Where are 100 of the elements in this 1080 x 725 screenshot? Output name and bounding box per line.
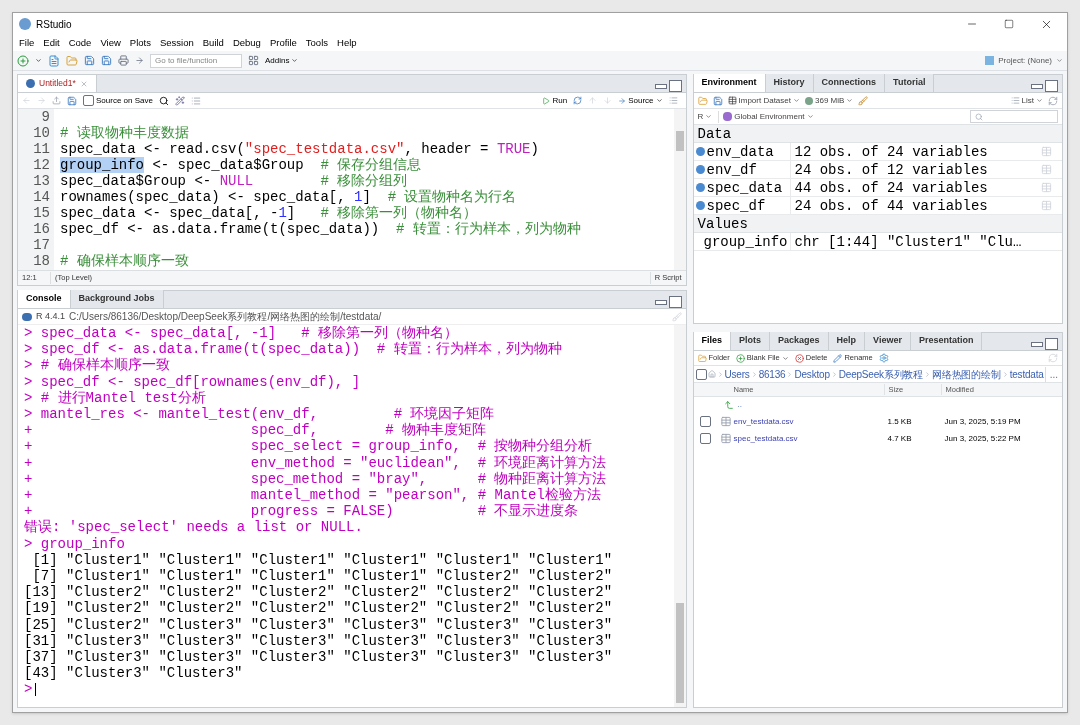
variable-name[interactable]: spec_df bbox=[706, 196, 766, 215]
minimize-pane-icon[interactable] bbox=[1031, 83, 1043, 89]
caret-icon[interactable] bbox=[705, 113, 713, 120]
save-icon[interactable] bbox=[67, 95, 77, 106]
addins-button[interactable]: Addins bbox=[265, 54, 299, 67]
memory-usage-button[interactable]: 369 MiB bbox=[805, 94, 854, 107]
file-link[interactable]: spec_testdata.csv bbox=[733, 432, 884, 445]
menu-item[interactable]: Build bbox=[202, 35, 224, 51]
import-dataset-button[interactable]: Import Dataset bbox=[727, 94, 800, 107]
pane-tab[interactable]: Background Jobs bbox=[70, 290, 164, 308]
open-folder-icon[interactable] bbox=[697, 95, 708, 106]
maximize-icon[interactable] bbox=[1004, 19, 1014, 29]
minimize-pane-icon[interactable] bbox=[1031, 341, 1043, 347]
language-selector[interactable]: R bbox=[697, 110, 713, 123]
home-icon[interactable] bbox=[707, 370, 716, 378]
caret-icon[interactable] bbox=[1036, 97, 1043, 104]
broom-icon[interactable] bbox=[858, 95, 869, 106]
pane-tab[interactable]: Environment bbox=[693, 74, 766, 92]
menu-item[interactable]: Code bbox=[68, 35, 92, 51]
pane-tab[interactable]: Presentation bbox=[910, 332, 983, 350]
print-icon[interactable] bbox=[118, 55, 129, 66]
arrow-icon[interactable] bbox=[135, 56, 144, 65]
variable-name[interactable]: group_info bbox=[703, 232, 788, 251]
search-field[interactable] bbox=[970, 110, 1058, 123]
project-button[interactable]: Project: (None) bbox=[985, 54, 1063, 67]
checkbox[interactable] bbox=[83, 95, 94, 106]
more-button[interactable]: ... bbox=[1044, 366, 1058, 382]
pane-tab[interactable]: Viewer bbox=[865, 332, 911, 350]
outline-icon[interactable] bbox=[190, 95, 201, 106]
pane-tab[interactable]: History bbox=[765, 74, 814, 92]
caret-icon[interactable] bbox=[846, 97, 854, 104]
menu-item[interactable]: Session bbox=[159, 35, 194, 51]
menu-item[interactable]: Edit bbox=[43, 35, 60, 51]
variable-name[interactable]: spec_data bbox=[706, 178, 783, 197]
refresh-icon[interactable] bbox=[1048, 353, 1058, 363]
open-folder-icon[interactable] bbox=[66, 54, 78, 67]
caret-icon[interactable] bbox=[1056, 57, 1063, 64]
checkbox[interactable] bbox=[700, 416, 711, 427]
save-icon[interactable] bbox=[84, 55, 95, 66]
scrollbar[interactable] bbox=[673, 109, 686, 270]
source-button[interactable]: Source bbox=[618, 94, 663, 107]
parent-folder-icon[interactable] bbox=[723, 400, 734, 410]
rerun-icon[interactable] bbox=[573, 96, 583, 105]
variable-name[interactable]: env_df bbox=[706, 160, 757, 179]
refresh-icon[interactable] bbox=[1048, 95, 1058, 106]
search-icon[interactable] bbox=[158, 95, 169, 106]
lines-icon[interactable] bbox=[668, 96, 678, 105]
table-view-icon[interactable] bbox=[1041, 146, 1052, 157]
menu-item[interactable]: View bbox=[100, 35, 121, 51]
forward-icon[interactable] bbox=[37, 96, 46, 105]
editor-tab[interactable]: Untitled1* bbox=[18, 75, 97, 92]
new-file-icon[interactable] bbox=[17, 54, 29, 67]
pane-tab[interactable]: Packages bbox=[770, 332, 829, 350]
maximize-pane-icon[interactable] bbox=[1045, 80, 1058, 92]
save-all-icon[interactable] bbox=[101, 55, 112, 66]
pane-tab[interactable]: Files bbox=[693, 332, 732, 350]
pane-tab[interactable]: Console bbox=[18, 290, 71, 308]
wand-icon[interactable] bbox=[174, 95, 185, 106]
up-icon[interactable] bbox=[588, 96, 598, 105]
pane-tab[interactable]: Help bbox=[828, 332, 866, 350]
table-view-icon[interactable] bbox=[1041, 164, 1052, 175]
menu-item[interactable]: File bbox=[19, 35, 35, 51]
caret-icon[interactable] bbox=[781, 354, 789, 362]
scrollbar[interactable] bbox=[673, 325, 686, 707]
minimize-pane-icon[interactable] bbox=[654, 83, 667, 89]
maximize-pane-icon[interactable] bbox=[668, 80, 682, 92]
down-icon[interactable] bbox=[603, 96, 613, 105]
pane-tab[interactable]: Plots bbox=[731, 332, 771, 350]
checkbox[interactable] bbox=[695, 368, 707, 380]
maximize-pane-icon[interactable] bbox=[668, 296, 682, 308]
breadcrumb-link[interactable]: Users bbox=[724, 366, 750, 382]
menu-item[interactable]: Profile bbox=[269, 35, 297, 51]
caret-icon[interactable] bbox=[793, 97, 800, 104]
parent-folder-link[interactable]: .. bbox=[737, 399, 742, 411]
clear-console-icon[interactable] bbox=[671, 311, 682, 322]
close-tab-icon[interactable] bbox=[79, 79, 88, 88]
breadcrumb-link[interactable]: 网络热图的绘制 bbox=[932, 366, 1001, 382]
pane-tab[interactable]: Connections bbox=[813, 74, 886, 92]
view-mode-button[interactable]: List bbox=[1010, 94, 1043, 107]
checkbox[interactable] bbox=[700, 433, 711, 444]
file-link[interactable]: env_testdata.csv bbox=[733, 415, 884, 428]
menu-item[interactable]: Help bbox=[337, 35, 357, 51]
pop-out-icon[interactable] bbox=[52, 96, 61, 105]
menu-item[interactable]: Plots bbox=[129, 35, 151, 51]
table-view-icon[interactable] bbox=[1041, 200, 1052, 211]
maximize-pane-icon[interactable] bbox=[1045, 338, 1058, 350]
breadcrumb-link[interactable]: Desktop bbox=[794, 366, 830, 382]
environment-selector[interactable]: Global Environment bbox=[718, 110, 814, 123]
caret-icon[interactable] bbox=[35, 57, 42, 64]
save-icon[interactable] bbox=[712, 95, 723, 106]
table-view-icon[interactable] bbox=[1041, 182, 1052, 193]
menu-item[interactable]: Tools bbox=[305, 35, 328, 51]
variable-name[interactable]: env_data bbox=[706, 142, 774, 161]
caret-icon[interactable] bbox=[806, 113, 814, 120]
pane-tab[interactable]: Tutorial bbox=[885, 74, 935, 92]
back-icon[interactable] bbox=[22, 96, 31, 105]
breadcrumb-link[interactable]: DeepSeek系列教程 bbox=[838, 366, 924, 382]
breadcrumb-link[interactable]: testdata bbox=[1009, 366, 1044, 382]
minimize-pane-icon[interactable] bbox=[654, 299, 667, 305]
settings-icon[interactable] bbox=[878, 353, 889, 363]
